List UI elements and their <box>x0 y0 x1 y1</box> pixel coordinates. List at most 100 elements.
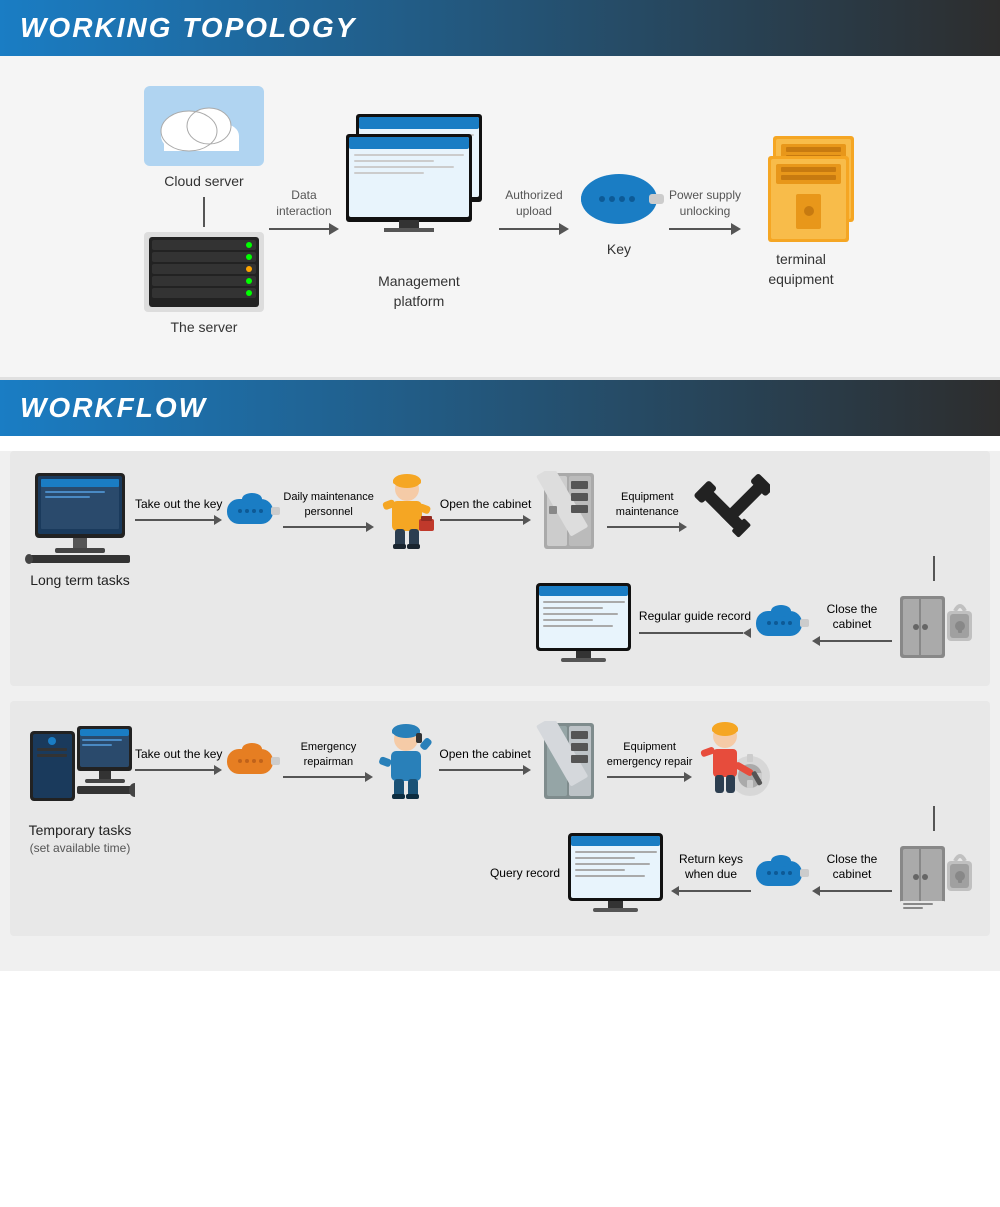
cloud-server-label: Cloud server <box>164 172 243 192</box>
cabinet-open-icon <box>534 471 604 551</box>
key-blue-3-item <box>754 851 809 896</box>
close-cabinet-label-2: Close thecabinet <box>827 852 878 883</box>
v-connector-temp <box>135 806 975 831</box>
key-item: Key <box>574 164 664 260</box>
long-term-bottom-row: Close thecabinet <box>135 581 975 666</box>
arrow-emergency <box>283 772 373 782</box>
arrow-line-au <box>499 223 569 235</box>
monitor-wf-2-icon <box>563 831 668 916</box>
reg-guide-arrow: Regular guide record <box>639 609 751 638</box>
cabinet-open-2-icon <box>534 721 604 801</box>
temp-label: Temporary tasks <box>29 821 132 841</box>
monitor-wf-2-item <box>563 831 668 916</box>
power-supply-arrow: Power supplyunlocking <box>664 188 746 235</box>
key-orange-icon <box>225 739 280 784</box>
arrow-reg-guide <box>639 628 751 638</box>
topology-header: WORKING TOPOLOGY <box>0 0 1000 56</box>
open-cabinet-label: Open the cabinet <box>440 497 531 513</box>
arrow-take-key-2 <box>135 765 222 775</box>
terminal-equipment-label: terminalequipment <box>768 250 833 289</box>
arrow-equip <box>607 522 687 532</box>
arrow-return <box>671 886 751 896</box>
equip-maint-arrow: Equipmentmaintenance <box>607 490 687 532</box>
monitor-wf-icon <box>531 581 636 666</box>
long-term-pc: Long term tasks <box>25 471 135 591</box>
key-blue-2-item <box>754 601 809 646</box>
temp-pc: Temporary tasks (set available time) <box>25 721 135 855</box>
temporary-block: Temporary tasks (set available time) Tak… <box>10 701 990 936</box>
double-monitor <box>344 112 494 242</box>
v-line-servers <box>203 197 205 227</box>
tools-icon <box>690 471 770 551</box>
close-cabinet-arrow: Close thecabinet <box>812 602 892 646</box>
arrow-open <box>440 515 531 525</box>
long-term-layout: Long term tasks Take out the key <box>25 471 975 666</box>
data-interaction-arrow: Datainteraction <box>264 188 344 235</box>
key-blue-icon <box>225 489 280 534</box>
authorized-upload-arrow: Authorizedupload <box>494 188 574 235</box>
daily-maintenance-arrow: Daily maintenancepersonnel <box>283 490 374 532</box>
cabinet-open-item <box>534 471 604 551</box>
topology-title: WORKING TOPOLOGY <box>20 12 356 44</box>
key-orange-item <box>225 739 280 784</box>
arrow-close <box>812 636 892 646</box>
long-term-top-row: Take out the key <box>135 471 975 551</box>
temp-bottom-row: Close thecabinet <box>135 831 975 916</box>
cloud-server-group: Cloud server <box>144 86 264 337</box>
temp-flow: Take out the key <box>135 721 975 916</box>
repair-person-icon <box>695 721 775 801</box>
monitor-front-icon <box>344 132 474 232</box>
worker-blue-icon <box>376 721 436 801</box>
pc2-icon <box>25 721 135 816</box>
topology-diagram-container: Cloud server <box>0 56 1000 380</box>
cabinet-open-2-item <box>534 721 604 801</box>
cabinet-bottom-icon <box>766 154 851 244</box>
left-servers: Cloud server <box>144 86 264 337</box>
close-cabinet-arrow-2: Close thecabinet <box>812 852 892 896</box>
arrow-take-key <box>135 515 222 525</box>
data-interaction-label: Datainteraction <box>276 188 331 219</box>
lock-cabinet-item <box>895 586 975 661</box>
open-cabinet-arrow-2: Open the cabinet <box>439 747 530 776</box>
power-supply-label: Power supplyunlocking <box>669 188 741 219</box>
terminal-equipment-item: terminalequipment <box>746 134 856 289</box>
close-cabinet-label: Close thecabinet <box>827 602 878 633</box>
return-keys-label: Return keyswhen due <box>679 852 743 883</box>
cloud-server-item: Cloud server <box>144 86 264 192</box>
key-blue-2-icon <box>754 601 809 646</box>
arrow-open-2 <box>439 765 530 775</box>
equip-emergency-label: Equipmentemergency repair <box>607 740 693 769</box>
take-key-arrow: Take out the key <box>135 497 222 526</box>
authorized-upload-label: Authorizedupload <box>505 188 562 219</box>
equip-emergency-arrow: Equipmentemergency repair <box>607 740 693 782</box>
monitor-wf-item <box>531 581 636 666</box>
temp-top-row: Take out the key <box>135 721 975 801</box>
worker-yellow-icon <box>377 471 437 551</box>
temp-sub-label: (set available time) <box>30 841 131 855</box>
return-keys-arrow: Return keyswhen due <box>671 852 751 896</box>
key-blue-3-icon <box>754 851 809 896</box>
worker-blue-item <box>376 721 436 801</box>
workflow-content: Long term tasks Take out the key <box>0 451 1000 971</box>
lock-cabinet-2-item <box>895 836 975 911</box>
lock-cabinet-icon <box>895 586 975 661</box>
workflow-section: WORKFLOW <box>0 380 1000 971</box>
temporary-layout: Temporary tasks (set available time) Tak… <box>25 721 975 916</box>
management-platform-label: Managementplatform <box>378 272 460 311</box>
arrow-daily <box>283 522 374 532</box>
key-blue-wf1 <box>225 489 280 534</box>
tools-item <box>690 471 770 551</box>
arrow-line-ps <box>669 223 741 235</box>
take-key-label: Take out the key <box>135 497 222 513</box>
emergency-repairman-label: Emergencyrepairman <box>301 740 357 769</box>
take-key-label-2: Take out the key <box>135 747 222 763</box>
workflow-title: WORKFLOW <box>20 392 207 424</box>
daily-maint-label: Daily maintenancepersonnel <box>283 490 374 519</box>
query-record-label: Query record <box>490 866 560 882</box>
v-line-long <box>933 556 935 581</box>
key-topo-label: Key <box>607 240 631 260</box>
long-term-label: Long term tasks <box>30 571 130 591</box>
cloud-icon <box>144 86 264 166</box>
arrow-emergency-repair <box>607 772 693 782</box>
long-term-block: Long term tasks Take out the key <box>10 451 990 686</box>
